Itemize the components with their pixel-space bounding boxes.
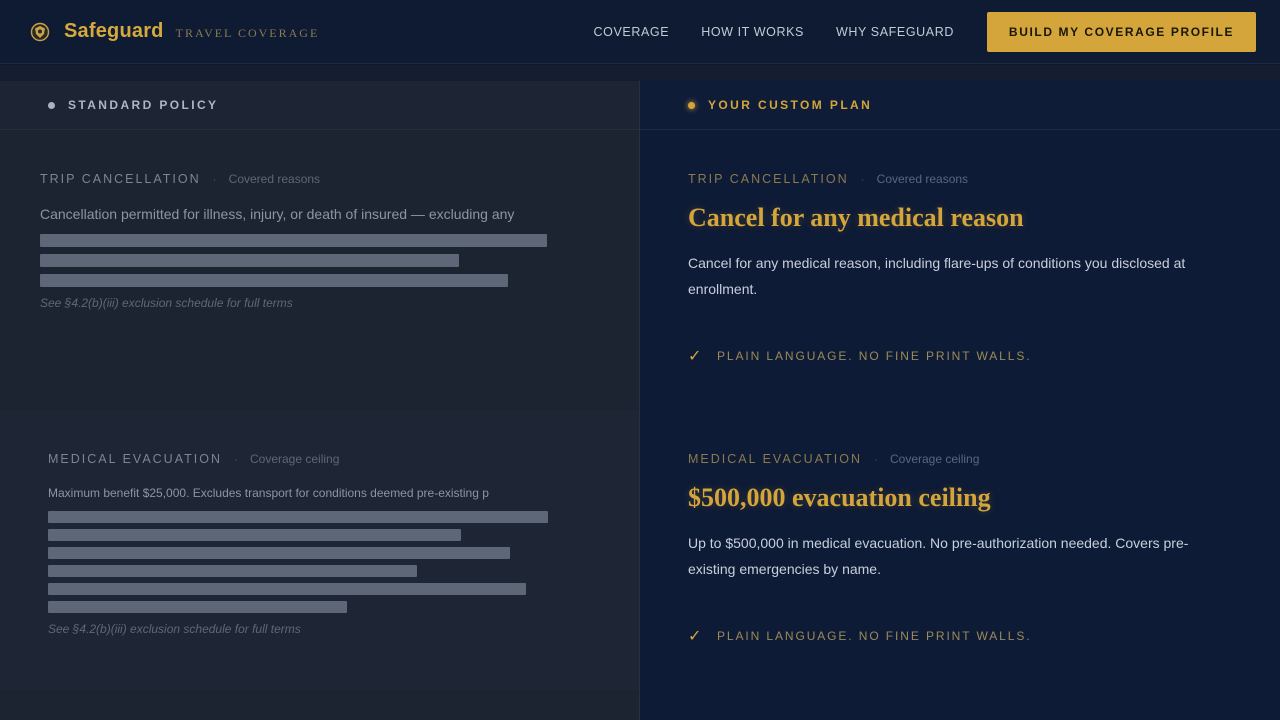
standard-medical-evacuation-section: MEDICAL EVACUATION · Coverage ceiling Ma… bbox=[0, 410, 639, 690]
plain-language-note: ✓ PLAIN LANGUAGE. NO FINE PRINT WALLS. bbox=[688, 626, 1031, 646]
standard-policy-title: STANDARD POLICY bbox=[68, 98, 219, 112]
section-label: MEDICAL EVACUATION bbox=[48, 452, 222, 466]
separator-dot: · bbox=[873, 452, 878, 466]
separator-dot: · bbox=[212, 172, 217, 186]
plain-language-note: ✓ PLAIN LANGUAGE. NO FINE PRINT WALLS. bbox=[688, 346, 1031, 366]
check-text: PLAIN LANGUAGE. NO FINE PRINT WALLS. bbox=[717, 349, 1032, 363]
redacted-line bbox=[40, 234, 547, 247]
redacted-line bbox=[48, 529, 461, 541]
section-sublabel: Covered reasons bbox=[228, 172, 321, 186]
standard-policy-header: STANDARD POLICY bbox=[0, 81, 639, 130]
coverage-description: Up to $500,000 in medical evacuation. No… bbox=[688, 535, 1189, 577]
status-dot-icon bbox=[48, 101, 55, 109]
section-label: MEDICAL EVACUATION bbox=[688, 452, 862, 466]
nav-link-why-safeguard[interactable]: WHY SAFEGUARD bbox=[836, 25, 954, 39]
section-label: TRIP CANCELLATION bbox=[40, 172, 201, 186]
custom-plan-title: YOUR CUSTOM PLAN bbox=[708, 98, 873, 112]
section-text: Cancellation permitted for illness, inju… bbox=[40, 206, 515, 222]
fine-print: See §4.2(b)(iii) exclusion schedule for … bbox=[48, 622, 301, 636]
nav-link-how-it-works[interactable]: HOW IT WORKS bbox=[701, 25, 804, 39]
main-nav: COVERAGE HOW IT WORKS WHY SAFEGUARD bbox=[562, 0, 954, 64]
redacted-line bbox=[48, 511, 548, 523]
check-text: PLAIN LANGUAGE. NO FINE PRINT WALLS. bbox=[717, 629, 1032, 643]
coverage-description: Cancel for any medical reason, including… bbox=[688, 255, 1186, 297]
section-sublabel: Covered reasons bbox=[876, 172, 969, 186]
fine-print: See §4.2(b)(iii) exclusion schedule for … bbox=[40, 296, 293, 310]
check-icon: ✓ bbox=[688, 348, 702, 365]
status-dot-icon bbox=[688, 101, 695, 109]
coverage-headline: $500,000 evacuation ceiling bbox=[688, 483, 991, 512]
separator-dot: · bbox=[233, 452, 238, 466]
nav-link-coverage[interactable]: COVERAGE bbox=[594, 25, 670, 39]
shield-logo-icon bbox=[30, 22, 50, 42]
redacted-line bbox=[48, 601, 347, 613]
header-spacer bbox=[0, 65, 1280, 81]
separator-dot: · bbox=[860, 172, 865, 186]
build-coverage-profile-button[interactable]: BUILD MY COVERAGE PROFILE bbox=[987, 12, 1256, 52]
section-text: Maximum benefit $25,000. Excludes transp… bbox=[48, 486, 489, 500]
coverage-headline: Cancel for any medical reason bbox=[688, 203, 1024, 232]
custom-plan-header: YOUR CUSTOM PLAN bbox=[640, 81, 1280, 130]
redacted-line bbox=[40, 254, 459, 267]
check-icon: ✓ bbox=[688, 628, 702, 645]
brand-name: Safeguard bbox=[64, 20, 164, 42]
standard-policy-column: STANDARD POLICY TRIP CANCELLATION · Cove… bbox=[0, 81, 639, 720]
standard-trip-cancellation-section: TRIP CANCELLATION · Covered reasons Canc… bbox=[0, 130, 639, 410]
section-label: TRIP CANCELLATION bbox=[688, 172, 849, 186]
redacted-line bbox=[48, 565, 417, 577]
section-sublabel: Coverage ceiling bbox=[249, 452, 340, 466]
redacted-line bbox=[40, 274, 508, 287]
redacted-line bbox=[48, 547, 510, 559]
brand-tagline: TRAVEL COVERAGE bbox=[175, 25, 320, 40]
custom-plan-column: YOUR CUSTOM PLAN TRIP CANCELLATION · Cov… bbox=[640, 81, 1280, 720]
redacted-line bbox=[48, 583, 526, 595]
standard-next-section bbox=[0, 690, 639, 720]
brand[interactable]: Safeguard TRAVEL COVERAGE bbox=[30, 20, 319, 43]
section-sublabel: Coverage ceiling bbox=[889, 452, 980, 466]
top-navbar: Safeguard TRAVEL COVERAGE COVERAGE HOW I… bbox=[0, 0, 1280, 64]
